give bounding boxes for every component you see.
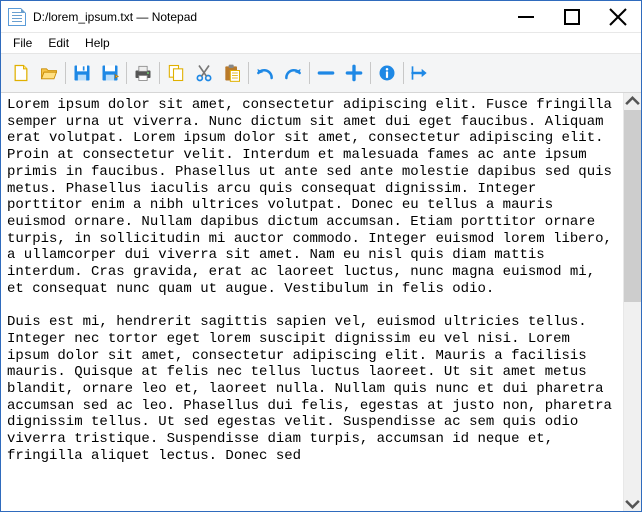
save-button[interactable] xyxy=(68,59,96,87)
cut-button[interactable] xyxy=(190,59,218,87)
new-file-button[interactable] xyxy=(7,59,35,87)
save-icon xyxy=(72,63,92,83)
chevron-up-icon xyxy=(624,92,641,112)
chevron-down-icon xyxy=(624,493,641,513)
zoom-out-button[interactable] xyxy=(312,59,340,87)
scroll-thumb[interactable] xyxy=(624,110,641,302)
toolbar xyxy=(1,53,641,93)
text-editor[interactable]: Lorem ipsum dolor sit amet, consectetur … xyxy=(1,93,623,511)
toolbar-separator xyxy=(126,62,127,84)
menu-file[interactable]: File xyxy=(5,35,40,51)
content-area: Lorem ipsum dolor sit amet, consectetur … xyxy=(1,93,641,511)
app-icon xyxy=(8,8,26,26)
window-title: D:/lorem_ipsum.txt — Notepad xyxy=(33,10,503,24)
zoom-in-button[interactable] xyxy=(340,59,368,87)
exit-icon xyxy=(410,63,430,83)
undo-icon xyxy=(255,63,275,83)
close-button[interactable] xyxy=(595,2,641,32)
maximize-button[interactable] xyxy=(549,2,595,32)
toolbar-separator xyxy=(65,62,66,84)
paste-icon xyxy=(222,63,242,83)
print-button[interactable] xyxy=(129,59,157,87)
new-file-icon xyxy=(11,63,31,83)
toolbar-separator xyxy=(370,62,371,84)
menubar: File Edit Help xyxy=(1,33,641,53)
toolbar-separator xyxy=(309,62,310,84)
cut-icon xyxy=(194,63,214,83)
scroll-up-button[interactable] xyxy=(624,93,641,110)
redo-icon xyxy=(283,63,303,83)
save-as-button[interactable] xyxy=(96,59,124,87)
toolbar-separator xyxy=(403,62,404,84)
toolbar-separator xyxy=(248,62,249,84)
vertical-scrollbar[interactable] xyxy=(623,93,641,511)
info-button[interactable] xyxy=(373,59,401,87)
scroll-down-button[interactable] xyxy=(624,494,641,511)
toolbar-separator xyxy=(159,62,160,84)
save-as-icon xyxy=(100,63,120,83)
open-file-icon xyxy=(39,63,59,83)
zoom-in-icon xyxy=(344,63,364,83)
scroll-track[interactable] xyxy=(624,110,641,494)
copy-button[interactable] xyxy=(162,59,190,87)
copy-icon xyxy=(166,63,186,83)
minimize-button[interactable] xyxy=(503,2,549,32)
open-file-button[interactable] xyxy=(35,59,63,87)
exit-button[interactable] xyxy=(406,59,434,87)
undo-button[interactable] xyxy=(251,59,279,87)
paste-button[interactable] xyxy=(218,59,246,87)
titlebar[interactable]: D:/lorem_ipsum.txt — Notepad xyxy=(1,1,641,33)
redo-button[interactable] xyxy=(279,59,307,87)
app-window: D:/lorem_ipsum.txt — Notepad File Edit H… xyxy=(0,0,642,512)
menu-edit[interactable]: Edit xyxy=(40,35,77,51)
zoom-out-icon xyxy=(316,63,336,83)
menu-help[interactable]: Help xyxy=(77,35,118,51)
print-icon xyxy=(133,63,153,83)
info-icon xyxy=(377,63,397,83)
